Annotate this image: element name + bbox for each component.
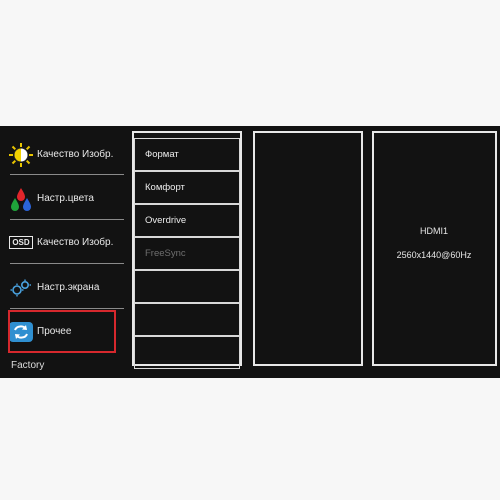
- submenu-item-comfort[interactable]: Комфорт: [134, 171, 240, 204]
- info-panel: [372, 131, 497, 366]
- osd-icon: OSD: [8, 230, 34, 256]
- sidebar-item-screen-settings[interactable]: Настр.экрана: [8, 266, 128, 309]
- divider: [10, 219, 124, 220]
- input-source-label: HDMI1: [419, 226, 448, 236]
- color-drops-icon: [8, 186, 34, 212]
- submenu-item-empty: [134, 336, 240, 369]
- submenu-item-overdrive[interactable]: Overdrive: [134, 204, 240, 237]
- osd-badge: OSD: [9, 236, 33, 249]
- divider: [10, 263, 124, 264]
- resolution-label: 2560x1440@60Hz: [396, 250, 472, 260]
- submenu-item-empty: [134, 303, 240, 336]
- sidebar-item-label: Качество Изобр.: [37, 237, 114, 248]
- sidebar-item-osd-settings[interactable]: OSD Качество Изобр.: [8, 221, 128, 264]
- submenu-item-format[interactable]: Формат: [134, 138, 240, 171]
- sidebar-item-label: Настр.экрана: [37, 282, 100, 293]
- sidebar-item-color-settings[interactable]: Настр.цвета: [8, 177, 128, 220]
- screen-settings-icon: [8, 275, 34, 301]
- brightness-icon: [8, 142, 34, 168]
- divider: [10, 308, 124, 309]
- divider: [10, 174, 124, 175]
- selection-highlight: [8, 310, 116, 353]
- sidebar-item-label: Качество Изобр.: [37, 149, 114, 160]
- factory-label[interactable]: Factory: [11, 360, 44, 371]
- options-panel: [253, 131, 363, 366]
- sidebar-item-label: Настр.цвета: [37, 193, 94, 204]
- submenu-item-empty: [134, 270, 240, 303]
- sidebar-item-picture-quality[interactable]: Качество Изобр.: [8, 133, 128, 176]
- submenu-item-freesync: FreeSync: [134, 237, 240, 270]
